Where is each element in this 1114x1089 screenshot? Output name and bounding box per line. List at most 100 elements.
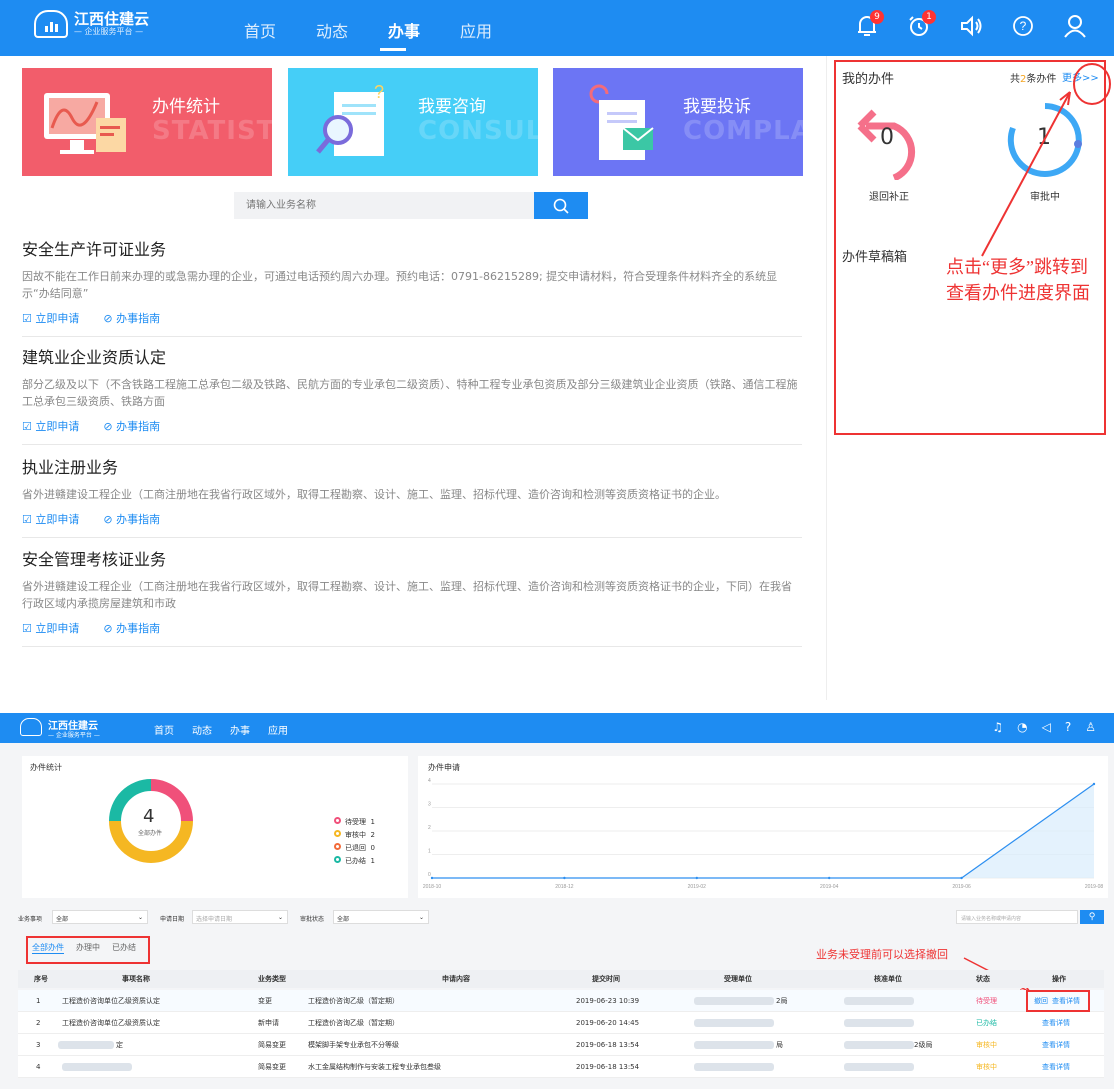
annotation-arrow [981,91,1071,257]
search-input[interactable] [234,192,534,219]
case-tabs: 全部办件 办理中 已办结 [32,942,136,954]
divider [22,336,802,337]
alarm-badge: 1 [922,10,936,24]
apply-link[interactable]: ☑ 立即申请 [22,310,79,326]
nav-home[interactable]: 首页 [244,18,276,42]
cell-type: 简易变更 [258,1040,286,1049]
legend-item: 审核中 2 [334,829,375,842]
x-tick-label: 2019-04 [820,884,839,890]
service-qualification: 建筑业企业资质认定 部分乙级及以下（不含铁路工程施工总承包二级及铁路、民航方面的… [22,344,802,445]
redacted-name [58,1040,114,1049]
status-filter-select[interactable]: 全部 ⌄ [333,910,429,924]
y-tick-label: 4 [428,778,431,784]
tab-processing[interactable]: 办理中 [76,942,100,954]
stats-title: 办件统计 [30,763,62,772]
card-title: 我要咨询 [418,97,486,117]
date-filter-label: 申请日期 [160,916,185,923]
nav-home[interactable]: 首页 [154,722,174,737]
guide-link[interactable]: ⊘ 办事指南 [103,418,160,434]
redacted-approver [844,1018,914,1027]
nav-services[interactable]: 办事 [230,722,250,737]
nav-services[interactable]: 办事 [388,18,420,42]
cell-approver-suffix: 2级局 [914,1040,933,1049]
bell-icon[interactable]: 9 [854,10,884,40]
speaker-icon[interactable]: ◁ [1042,720,1051,734]
y-tick-label: 0 [428,872,431,878]
col-content: 申请内容 [442,975,470,983]
help-icon[interactable]: ? [1065,720,1071,734]
complain-icon [589,84,654,160]
card-consult[interactable]: ? 我要咨询 CONSULT [288,68,538,176]
view-details-button[interactable]: 查看详情 [1042,1062,1070,1072]
chevron-down-icon: ⌄ [277,914,283,921]
type-filter-select[interactable]: 全部 ⌄ [52,910,148,924]
main-nav: 首页 动态 办事 应用 [244,18,492,42]
card-title: 我要投诉 [683,97,751,117]
tab-all[interactable]: 全部办件 [32,942,64,954]
view-details-button[interactable]: 查看详情 [1042,1018,1070,1028]
help-icon[interactable]: ? [1010,12,1036,40]
applications-line-chart: 0 1 2 3 4 2018-10 2018-12 2019-02 2019-04 2019-06… [423,778,1104,890]
service-registration: 执业注册业务 省外进赣建设工程企业（工商注册地在我省行政区域外，取得工程勘察、设… [22,454,802,538]
status-filter-value: 全部 [337,916,350,923]
table-search-button[interactable]: ⚲ [1080,910,1104,924]
guide-label: 办事指南 [116,622,161,635]
date-filter-placeholder: 选择申请日期 [196,916,233,923]
table-row[interactable]: 3 定 简易变更 模架脚手架专业承包不分等级 2019-06-18 13:54 局 2级局 审… [18,1034,1104,1056]
cell-time: 2019-06-20 14:45 [576,1018,640,1027]
data-point[interactable] [828,876,831,880]
view-details-button[interactable]: 查看详情 [1042,1040,1070,1050]
table-row[interactable]: 2 工程造价咨询单位乙级资质认定 新申请 工程造价咨询乙级（暂定期） 2019-06-2… [18,1012,1104,1034]
header-icons: 9 1 ? [854,10,1088,40]
logo[interactable]: 江西住建云 — 企业服务平台 — [34,10,149,38]
bottom-navbar: 江西住建云 — 企业服务平台 — 首页 动态 办事 应用 ♫ ◔ ◁? ♙ [0,713,1114,743]
table-row[interactable]: 4 简易变更 水工金属结构制作与安装工程专业承包叁级 2019-06-18 13:54… [18,1056,1104,1078]
guide-link[interactable]: ⊘ 办事指南 [103,511,160,527]
cloud-logo-icon [34,10,68,38]
data-point[interactable] [960,876,963,880]
logo-title: 江西住建云 [74,10,150,28]
card-complain[interactable]: 我要投诉 COMPLAIN [553,68,803,176]
alarm-icon[interactable]: ◔ [1017,720,1027,734]
nav-apps[interactable]: 应用 [268,722,288,737]
apply-link[interactable]: ☑ 立即申请 [22,418,79,434]
legend-value: 2 [370,831,375,839]
card-statistics[interactable]: 办件统计 STATISTIC [22,68,272,176]
cell-name: 定 [116,1040,123,1049]
status-badge: 审核中 [976,1062,997,1071]
table-search-input[interactable]: 请输入业务名称或申请内容 [956,910,1078,924]
type-filter-label: 业务事项 [18,916,43,923]
nav-news[interactable]: 动态 [316,18,348,42]
service-safety-assessment: 安全管理考核证业务 省外进赣建设工程企业（工商注册地在我省行政区域外，取得工程勘… [22,546,802,647]
tab-completed[interactable]: 已办结 [112,942,136,954]
svg-text:?: ? [1020,19,1027,33]
table-row[interactable]: 1 工程造价咨询单位乙级资质认定 变更 工程造价咨询乙级（暂定期） 2019-06-23… [18,990,1104,1012]
speaker-icon[interactable] [958,12,984,40]
apply-link[interactable]: ☑ 立即申请 [22,511,79,527]
legend-item: 已办结 1 [334,855,375,868]
x-tick-label: 2019-06 [952,884,971,890]
apply-link[interactable]: ☑ 立即申请 [22,620,79,636]
status-badge: 审核中 [976,1040,997,1049]
guide-link[interactable]: ⊘ 办事指南 [103,620,160,636]
data-point[interactable] [563,876,566,880]
legend-dot [334,830,341,837]
date-filter-input[interactable]: 选择申请日期 ⌄ [192,910,288,924]
data-point[interactable] [695,876,698,880]
service-title: 安全生产许可证业务 [22,240,167,259]
data-point[interactable] [1092,782,1096,786]
nav-apps[interactable]: 应用 [460,18,492,42]
redacted-receiver [694,1062,774,1071]
nav-news[interactable]: 动态 [192,722,212,737]
user-icon[interactable]: ♙ [1085,720,1096,734]
data-point[interactable] [430,876,434,880]
guide-label: 办事指南 [116,513,161,526]
cell-no: 1 [36,996,41,1005]
search-button[interactable] [534,192,588,219]
bell-icon[interactable]: ♫ [992,720,1003,734]
service-desc: 省外进赣建设工程企业（工商注册地在我省行政区域外，取得工程勘察、设计、施工、监理… [22,488,726,501]
user-icon[interactable] [1062,12,1088,40]
alarm-icon[interactable]: 1 [906,10,936,40]
redacted-approver [844,996,914,1005]
guide-link[interactable]: ⊘ 办事指南 [103,310,160,326]
